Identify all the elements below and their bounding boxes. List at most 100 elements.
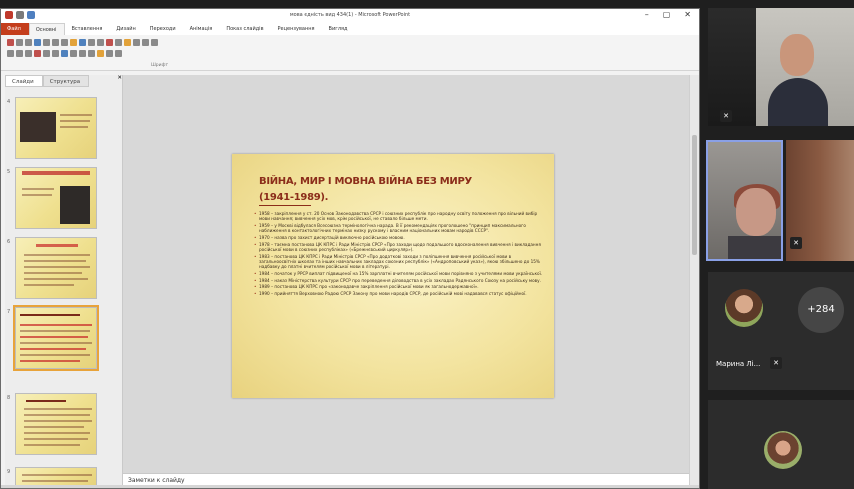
pane-tabs: Слайди Структура ✕ [5,75,122,87]
tab-view[interactable]: Вигляд [323,23,356,35]
quick-styles-icon[interactable] [124,39,131,46]
close-button[interactable]: ✕ [684,10,691,19]
ribbon-group-label: Шрифт [151,63,169,68]
slide-title[interactable]: ВІЙНА, МИР І МОВНА ВІЙНА БЕЗ МИРУ [259,176,472,187]
slide-thumbnail[interactable] [15,467,97,487]
numbering-icon[interactable] [70,50,77,57]
arrange-icon[interactable] [115,39,122,46]
video-tile-presenter[interactable]: ✕ [708,8,854,126]
find-icon[interactable] [133,39,140,46]
thumb-text-line [24,408,92,410]
minimize-button[interactable]: – [645,10,649,19]
fill-icon[interactable] [97,50,104,57]
shapes-icon[interactable] [106,39,113,46]
underline-icon[interactable] [25,50,32,57]
slide-number: 9 [7,469,11,475]
tab-insert[interactable]: Вставлення [65,23,110,35]
spacing-icon[interactable] [43,50,50,57]
slide-thumbnail[interactable] [15,167,97,229]
window-controls: – ▢ ✕ [645,10,691,19]
outline-icon[interactable] [106,50,113,57]
slide-thumbnail[interactable] [15,237,97,299]
window-title: мова єдність вид 434(1) - Microsoft Powe… [289,12,411,18]
tab-file[interactable]: Файл [1,23,29,35]
font-size-icon[interactable] [61,39,68,46]
slides-pane: Слайди Структура ✕ 4 5 6 7 8 9 [5,75,123,487]
thumb-title [26,400,66,402]
thumb-text-line [20,330,90,332]
highlight-icon[interactable] [70,39,77,46]
tab-transitions[interactable]: Переходи [144,23,184,35]
thumb-text-line [60,114,92,116]
font-icon[interactable] [52,39,59,46]
ribbon: Шрифт [1,35,699,71]
tab-animation[interactable]: Анімація [184,23,221,35]
text-direction-icon[interactable] [88,50,95,57]
case-icon[interactable] [52,50,59,57]
list-icon[interactable] [88,39,95,46]
bullet-item: 1978 – таємна постанова ЦК КПРС і Ради М… [254,242,544,253]
columns-icon[interactable] [79,50,86,57]
font-color-icon[interactable] [34,50,41,57]
scrollbar-thumb[interactable] [692,135,697,255]
thumb-text-line [22,194,52,196]
layout-icon[interactable] [43,39,50,46]
slide-number: 8 [7,395,11,401]
italic-icon[interactable] [16,50,23,57]
thumb-title [36,244,78,247]
bullet-item: 1984 – наказ Міністерства культури СРСР … [254,278,544,284]
restore-button[interactable]: ▢ [663,10,671,19]
slide-thumbnail-selected[interactable] [13,305,99,371]
tab-outline[interactable]: Структура [42,75,90,87]
video-tile-participant[interactable]: ✕ [786,140,854,261]
tab-home[interactable]: Основні [28,23,66,35]
vertical-scrollbar[interactable] [689,75,699,487]
copy-icon[interactable] [25,39,32,46]
video-tile-active-speaker[interactable] [706,140,783,261]
align-icon[interactable] [79,39,86,46]
indent-icon[interactable] [97,39,104,46]
thumb-portrait [60,186,90,224]
slide-title-years[interactable]: (1941-1989). [259,192,328,203]
slide-number: 7 [7,309,11,315]
more-participants-button[interactable]: +284 [798,287,844,333]
effects-icon[interactable] [115,50,122,57]
thumb-text-line [24,426,84,428]
avatar [764,431,802,469]
video-tile-avatar[interactable] [708,400,854,489]
thumb-title [22,171,90,175]
current-slide[interactable]: ВІЙНА, МИР І МОВНА ВІЙНА БЕЗ МИРУ (1941-… [232,154,554,398]
bullet-item: 1990 – прийняття Верховною Радою СРСР За… [254,291,544,297]
mic-muted-icon: ✕ [770,357,782,369]
bold-icon[interactable] [7,50,14,57]
replace-icon[interactable] [142,39,149,46]
thumb-text-line [24,420,92,422]
cut-icon[interactable] [16,39,23,46]
paste-icon[interactable] [7,39,14,46]
thumb-text-line [20,354,90,356]
ribbon-row-1 [7,38,158,47]
thumb-title [20,314,80,316]
bullet-item: 1983 – постанова ЦК КПРС і Ради Міністрі… [254,254,544,270]
new-slide-icon[interactable] [34,39,41,46]
thumb-text-line [24,414,90,416]
close-icon[interactable]: ✕ [117,75,122,87]
thumb-text-line [24,260,86,262]
tab-review[interactable]: Рецензування [272,23,323,35]
select-icon[interactable] [151,39,158,46]
thumb-text-line [20,324,92,326]
title-underline [259,205,311,206]
thumb-text-line [24,444,80,446]
bullets-icon[interactable] [61,50,68,57]
tab-design[interactable]: Дизайн [110,23,143,35]
slide-thumbnail[interactable] [15,97,97,159]
tab-slides[interactable]: Слайди [5,75,43,87]
slide-thumbnail[interactable] [15,393,97,455]
slide-number: 5 [7,169,11,175]
slide-bullet-list[interactable]: 1958 – закріплення у ст. 20 Основ Законо… [254,211,544,298]
tab-slideshow[interactable]: Показ слайдів [220,23,271,35]
person-head [780,34,814,76]
thumb-text-line [24,272,82,274]
thumb-text-line [22,474,92,476]
mic-muted-icon: ✕ [790,237,802,249]
